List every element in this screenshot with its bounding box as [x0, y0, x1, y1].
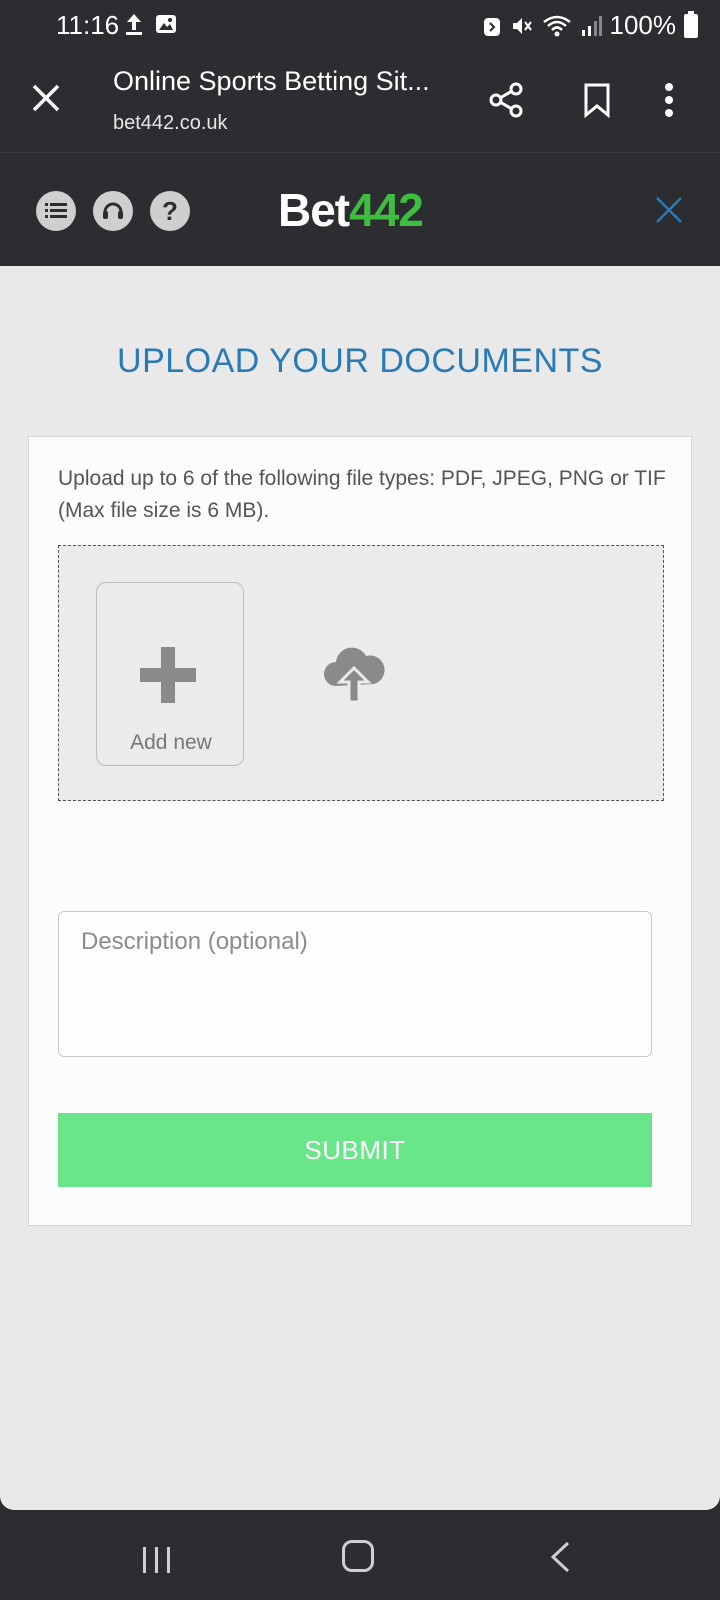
bet442-logo: Bet442 [278, 183, 424, 237]
bookmark-icon[interactable] [582, 82, 612, 118]
add-new-button[interactable]: Add new [96, 582, 244, 766]
battery-icon [684, 10, 698, 38]
share-icon[interactable] [488, 82, 524, 118]
back-icon[interactable] [548, 1540, 572, 1574]
plus-icon [140, 647, 196, 703]
page-title-bar: Online Sports Betting Sit... [113, 66, 430, 96]
home-icon[interactable] [342, 1540, 374, 1572]
logo-text-bet: Bet [278, 184, 350, 236]
signal-icon [581, 15, 602, 36]
live-chat-icon[interactable] [93, 191, 133, 231]
close-icon[interactable] [654, 195, 684, 225]
submit-button[interactable]: SUBMIT [58, 1113, 652, 1187]
cloud-upload-icon [324, 647, 385, 704]
more-options-icon[interactable] [664, 82, 674, 118]
url-bar[interactable]: bet442.co.uk [113, 112, 228, 135]
page-title: UPLOAD YOUR DOCUMENTS [117, 342, 603, 380]
add-new-label: Add new [130, 731, 212, 754]
site-header: ? Bet442 [0, 152, 720, 266]
battery-percent: 100% [609, 10, 677, 40]
status-bar: 11:16 100% [0, 0, 720, 52]
help-icon[interactable]: ? [150, 191, 190, 231]
close-tab-icon[interactable] [30, 82, 62, 114]
image-icon [156, 15, 176, 33]
wifi-icon [542, 15, 571, 36]
mute-icon [512, 17, 532, 34]
upload-instructions: Upload up to 6 of the following file typ… [58, 467, 666, 522]
upload-dropzone[interactable]: Add new [58, 545, 664, 801]
menu-list-icon[interactable] [36, 191, 76, 231]
upload-card: Upload up to 6 of the following file typ… [28, 436, 692, 1226]
description-field[interactable] [58, 911, 652, 1057]
alarm-icon [483, 17, 500, 36]
help-icon-label: ? [162, 195, 178, 226]
status-time: 11:16 [56, 10, 120, 40]
recent-apps-icon[interactable] [140, 1544, 174, 1576]
logo-text-442: 442 [349, 184, 424, 236]
upload-page: UPLOAD YOUR DOCUMENTS Upload up to 6 of … [0, 266, 720, 1510]
upload-icon [126, 14, 142, 35]
system-nav-bar [0, 1510, 720, 1600]
browser-toolbar: Online Sports Betting Sit... bet442.co.u… [0, 52, 720, 152]
